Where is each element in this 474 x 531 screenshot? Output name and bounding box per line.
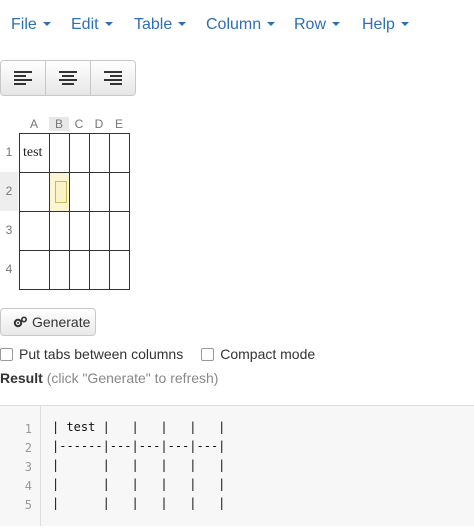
cell-c1[interactable] [70, 133, 90, 173]
result-heading: Result (click "Generate" to refresh) [0, 370, 218, 386]
row-header-4[interactable]: 4 [0, 250, 18, 289]
tabs-checkbox-label[interactable]: Put tabs between columns [19, 346, 183, 362]
result-hint: (click "Generate" to refresh) [46, 370, 219, 386]
result-title: Result [0, 370, 43, 386]
menu-edit[interactable]: Edit [71, 16, 113, 34]
caret-down-icon [332, 21, 341, 26]
menu-help[interactable]: Help [362, 16, 409, 34]
cell-b1[interactable] [50, 133, 70, 173]
align-right-icon [104, 71, 122, 85]
table-editor: A B C D E 1 2 3 4 test [0, 113, 140, 293]
generate-button[interactable]: Generate [0, 308, 96, 336]
row-header-3[interactable]: 3 [0, 211, 18, 250]
column-header-a[interactable]: A [24, 117, 44, 131]
line-number: 2 [24, 441, 32, 455]
cell-a3[interactable] [19, 212, 50, 251]
line-number: 4 [24, 479, 32, 493]
menu-table[interactable]: Table [134, 16, 187, 34]
menu-file-label: File [11, 16, 37, 33]
cell-e3[interactable] [110, 212, 130, 251]
cell-e1[interactable] [110, 133, 130, 173]
caret-down-icon [400, 21, 409, 26]
code-line: | | | | | | [52, 458, 226, 472]
cell-d1[interactable] [90, 133, 110, 173]
column-header-c[interactable]: C [69, 117, 89, 131]
menu-column-label: Column [206, 16, 262, 33]
cell-c2[interactable] [70, 173, 90, 212]
menu-file[interactable]: File [11, 16, 51, 34]
compact-mode-label[interactable]: Compact mode [220, 346, 315, 362]
cell-d4[interactable] [90, 251, 110, 290]
options-row: Put tabs between columns Compact mode [0, 346, 325, 362]
menu-row-label: Row [294, 16, 327, 33]
caret-down-icon [104, 21, 113, 26]
cell-d2[interactable] [90, 173, 110, 212]
compact-mode-checkbox[interactable] [201, 347, 215, 361]
align-right-button[interactable] [91, 61, 135, 95]
code-line: | | | | | | [52, 477, 226, 491]
align-left-icon [14, 71, 32, 85]
menu-bar: File Edit Table Column Row Help [0, 0, 474, 54]
cell-e4[interactable] [110, 251, 130, 290]
menu-column[interactable]: Column [206, 16, 276, 34]
cell-a1-text: test [23, 145, 43, 160]
column-header-b[interactable]: B [49, 117, 69, 131]
generate-button-label: Generate [32, 314, 91, 330]
cell-a1[interactable]: test [19, 133, 50, 173]
line-number: 5 [24, 498, 32, 512]
line-number-gutter: 1 2 3 4 5 [0, 406, 41, 526]
cell-b2-active[interactable] [50, 173, 70, 212]
cell-a2[interactable] [19, 173, 50, 212]
caret-down-icon [267, 21, 276, 26]
align-left-button[interactable] [1, 61, 46, 95]
cell-b3[interactable] [50, 212, 70, 251]
menu-help-label: Help [362, 16, 395, 33]
cell-e2[interactable] [110, 173, 130, 212]
row-header-2[interactable]: 2 [0, 172, 18, 211]
align-center-icon [59, 71, 77, 85]
align-button-group [0, 60, 136, 96]
menu-table-label: Table [134, 16, 173, 33]
code-line: |------|---|---|---|---| [52, 439, 226, 453]
code-line: | test | | | | | [52, 420, 226, 434]
cell-a4[interactable] [19, 251, 50, 290]
cell-d3[interactable] [90, 212, 110, 251]
tabs-checkbox[interactable] [0, 347, 13, 361]
caret-down-icon [42, 21, 51, 26]
cell-b4[interactable] [50, 251, 70, 290]
output-code-block[interactable]: 1 2 3 4 5 | test | | | | | |------|---|-… [0, 405, 474, 526]
line-number: 3 [24, 460, 32, 474]
column-header-d[interactable]: D [89, 117, 109, 131]
code-line: | | | | | | [52, 496, 226, 510]
cell-c4[interactable] [70, 251, 90, 290]
gears-icon [13, 316, 27, 328]
row-header-1[interactable]: 1 [0, 133, 18, 172]
line-number: 1 [24, 422, 32, 436]
cell-edit-cursor[interactable] [55, 181, 67, 203]
align-center-button[interactable] [46, 61, 91, 95]
menu-row[interactable]: Row [294, 16, 341, 34]
column-header-e[interactable]: E [109, 117, 129, 131]
cell-c3[interactable] [70, 212, 90, 251]
caret-down-icon [178, 21, 187, 26]
menu-edit-label: Edit [71, 16, 99, 33]
